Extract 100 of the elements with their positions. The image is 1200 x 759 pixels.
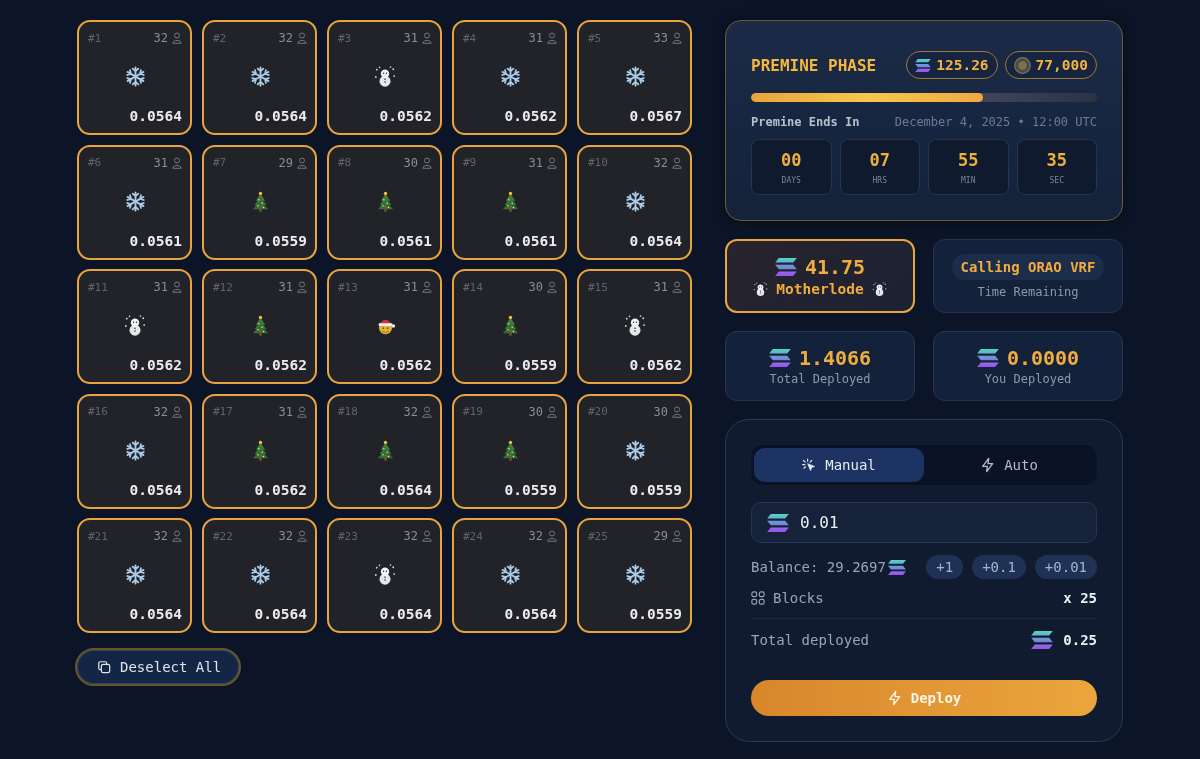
grid-tile[interactable]: #16 32 0.0564 xyxy=(77,393,192,509)
grid-tile[interactable]: #21 32 0.0564 xyxy=(77,518,192,633)
tile-amount: 0.0562 xyxy=(129,357,182,373)
tile-amount: 0.0559 xyxy=(504,481,557,498)
player-count: 31 xyxy=(403,31,418,45)
player-count: 30 xyxy=(528,404,543,419)
grid-tile[interactable]: #4 31 0.0562 xyxy=(452,20,567,135)
player-count: 31 xyxy=(528,155,543,170)
player-count: 32 xyxy=(153,529,168,543)
tile-number: #16 xyxy=(88,405,108,418)
grid-tile[interactable]: #7 29 0.0559 xyxy=(202,144,317,260)
tile-amount: 0.0561 xyxy=(504,232,557,249)
countdown-value: 07 xyxy=(869,149,890,170)
grid-tile[interactable]: #24 32 0.0564 xyxy=(452,518,567,633)
player-count: 31 xyxy=(653,280,668,294)
tile-amount: 0.0564 xyxy=(379,606,432,622)
increment-button[interactable]: +1 xyxy=(926,555,964,579)
snowflake-icon xyxy=(124,564,146,585)
mode-tab[interactable]: Manual xyxy=(754,448,924,482)
countdown-value: 35 xyxy=(1046,149,1067,170)
grid-tile[interactable]: #12 31 0.0562 xyxy=(202,269,317,384)
grid-tile[interactable]: #13 31 0.0562 xyxy=(327,269,442,384)
user-icon xyxy=(422,281,432,293)
user-icon xyxy=(422,530,432,542)
grid-tile[interactable]: #19 30 0.0559 xyxy=(452,393,567,509)
grid-tile[interactable]: #25 29 0.0559 xyxy=(577,518,692,633)
user-icon xyxy=(172,281,182,293)
christmas-tree-icon xyxy=(376,190,394,212)
user-icon xyxy=(422,32,432,44)
tile-number: #19 xyxy=(463,405,483,418)
tile-amount: 0.0562 xyxy=(254,481,307,498)
grid-tile[interactable]: #17 31 0.0562 xyxy=(202,393,317,509)
stat-value: 0.0000 xyxy=(1006,346,1080,370)
player-count: 32 xyxy=(403,404,418,419)
player-count: 31 xyxy=(278,280,293,294)
user-icon xyxy=(672,530,682,542)
tile-number: #22 xyxy=(213,529,233,543)
tile-number: #14 xyxy=(463,280,483,294)
user-icon xyxy=(672,281,682,293)
stat-label: You Deployed xyxy=(984,372,1072,386)
tile-amount: 0.0562 xyxy=(379,357,432,373)
blocks-count: x 25 xyxy=(1063,590,1097,606)
snowflake-icon xyxy=(499,66,521,87)
tile-amount: 0.0564 xyxy=(129,481,182,498)
grid-tile[interactable]: #22 32 0.0564 xyxy=(202,518,317,633)
total-label: Total deployed xyxy=(751,632,869,648)
tile-amount: 0.0564 xyxy=(129,108,182,124)
snowman-icon xyxy=(624,314,646,337)
user-icon xyxy=(672,32,682,44)
tile-number: #2 xyxy=(213,31,227,45)
countdown-value: 55 xyxy=(958,149,979,170)
tile-number: #5 xyxy=(588,31,602,45)
grid-tile[interactable]: #10 32 0.0564 xyxy=(577,144,692,260)
user-icon xyxy=(547,32,557,44)
snowflake-icon xyxy=(249,66,271,87)
grid-tile[interactable]: #18 32 0.0564 xyxy=(327,393,442,509)
tile-number: #7 xyxy=(213,156,227,169)
grid-tile[interactable]: #8 30 0.0561 xyxy=(327,144,442,260)
grid-tile[interactable]: #15 31 0.0562 xyxy=(577,269,692,384)
increment-button[interactable]: +0.1 xyxy=(972,555,1026,579)
user-icon xyxy=(297,281,307,293)
tile-amount: 0.0562 xyxy=(379,108,432,124)
grid-tile[interactable]: #3 31 0.0562 xyxy=(327,20,442,135)
countdown-unit: MIN xyxy=(961,175,976,185)
user-icon xyxy=(547,281,557,293)
slanted-bars-icon xyxy=(887,559,906,575)
grid-tile[interactable]: #9 31 0.0561 xyxy=(452,144,567,260)
player-count: 31 xyxy=(528,31,543,45)
user-icon xyxy=(547,405,557,418)
user-icon xyxy=(297,530,307,542)
user-icon xyxy=(422,156,432,169)
grid-tile[interactable]: #5 33 0.0567 xyxy=(577,20,692,135)
grid-tile[interactable]: #6 31 0.0561 xyxy=(77,144,192,260)
tile-number: #3 xyxy=(338,31,352,45)
mode-tab[interactable]: Auto xyxy=(924,448,1094,482)
grid-icon xyxy=(751,591,765,605)
player-count: 32 xyxy=(653,155,668,170)
grid-tile[interactable]: #20 30 0.0559 xyxy=(577,393,692,509)
grid-tile[interactable]: #11 31 0.0562 xyxy=(77,269,192,384)
grid-tile[interactable]: #2 32 0.0564 xyxy=(202,20,317,135)
slanted-bars-icon xyxy=(976,349,999,367)
lightning-bolt-icon xyxy=(886,690,903,706)
grid-tile[interactable]: #1 32 0.0564 xyxy=(77,20,192,135)
tile-number: #25 xyxy=(588,529,608,543)
tile-number: #24 xyxy=(463,529,483,543)
player-count: 32 xyxy=(278,529,293,543)
total-amount: 0.25 xyxy=(1063,632,1097,648)
player-count: 30 xyxy=(403,155,418,170)
tile-amount: 0.0567 xyxy=(629,108,682,124)
slanted-bars-icon xyxy=(1031,631,1054,649)
deselect-all-button[interactable]: Deselect All xyxy=(75,648,242,686)
slanted-bars-icon xyxy=(768,349,791,367)
christmas-tree-icon xyxy=(251,315,269,336)
stat-value: 1.4066 xyxy=(798,346,872,370)
grid-tile[interactable]: #23 32 0.0564 xyxy=(327,518,442,633)
snowflake-icon xyxy=(499,564,521,585)
grid-tile[interactable]: #14 30 0.0559 xyxy=(452,269,567,384)
tile-amount: 0.0564 xyxy=(504,606,557,622)
amount-field[interactable]: 0.01 xyxy=(751,502,1097,543)
increment-button[interactable]: +0.01 xyxy=(1034,555,1097,579)
